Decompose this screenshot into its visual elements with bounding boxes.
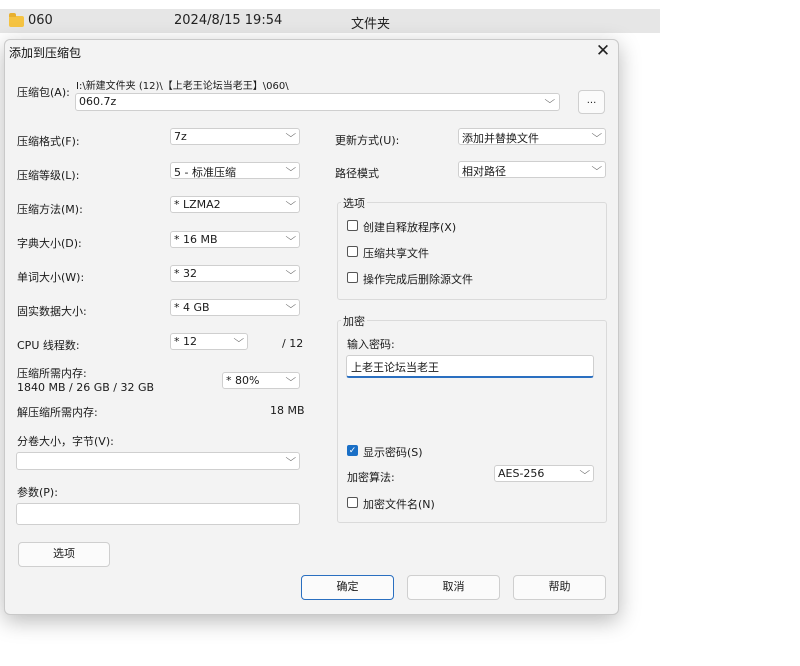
mem-value: * 80% [226, 374, 260, 387]
shared-checkbox[interactable] [347, 246, 358, 257]
cancel-button[interactable]: 取消 [407, 575, 500, 600]
password-value: 上老王论坛当老王 [351, 361, 439, 374]
mem-detail: 1840 MB / 26 GB / 32 GB [17, 381, 155, 394]
chevron-down-icon: ⌵ [285, 232, 297, 243]
format-label: 压缩格式(F): [17, 135, 80, 148]
mem-select[interactable]: * 80% ⌵ [222, 372, 300, 389]
split-combo[interactable]: ⌵ [16, 452, 300, 470]
level-select[interactable]: 5 - 标准压缩 ⌵ [170, 162, 300, 179]
password-label: 输入密码: [347, 338, 395, 351]
dict-label: 字典大小(D): [17, 237, 82, 250]
delete-label: 操作完成后删除源文件 [363, 273, 473, 286]
solid-label: 固实数据大小: [17, 305, 87, 318]
close-button[interactable]: ✕ [592, 41, 614, 63]
format-select[interactable]: 7z ⌵ [170, 128, 300, 145]
delete-checkbox[interactable] [347, 272, 358, 283]
split-label: 分卷大小，字节(V): [17, 435, 114, 448]
explorer-file-row[interactable] [0, 9, 660, 33]
show-password-label: 显示密码(S) [363, 446, 423, 459]
ok-button[interactable]: 确定 [301, 575, 394, 600]
dialog-titlebar: 添加到压缩包 ✕ [5, 40, 618, 64]
sfx-label: 创建自释放程序(X) [363, 221, 457, 234]
dict-value: * 16 MB [174, 233, 218, 246]
word-label: 单词大小(W): [17, 271, 85, 284]
cpu-select[interactable]: * 12 ⌵ [170, 333, 248, 350]
chevron-down-icon: ⌵ [285, 129, 297, 140]
method-select[interactable]: * LZMA2 ⌵ [170, 196, 300, 213]
update-select[interactable]: 添加并替换文件 ⌵ [458, 128, 606, 145]
word-value: * 32 [174, 267, 197, 280]
chevron-down-icon: ⌵ [285, 453, 297, 464]
format-value: 7z [174, 130, 187, 143]
archive-name-combo[interactable]: 060.7z ⌵ [75, 93, 560, 111]
path-mode-label: 路径模式 [335, 167, 379, 180]
chevron-down-icon: ⌵ [544, 95, 556, 106]
update-label: 更新方式(U): [335, 134, 400, 147]
params-input[interactable] [16, 503, 300, 525]
chevron-down-icon: ⌵ [285, 197, 297, 208]
cpu-label: CPU 线程数: [17, 339, 80, 352]
params-label: 参数(P): [17, 486, 58, 499]
solid-value: * 4 GB [174, 301, 210, 314]
decomp-label: 解压缩所需内存: [17, 406, 98, 419]
level-value: 5 - 标准压缩 [174, 166, 236, 179]
shared-label: 压缩共享文件 [363, 247, 429, 260]
chevron-down-icon: ⌵ [285, 266, 297, 277]
chevron-down-icon: ⌵ [285, 163, 297, 174]
help-button[interactable]: 帮助 [513, 575, 606, 600]
level-label: 压缩等级(L): [17, 169, 80, 182]
cpu-total: / 12 [282, 337, 304, 350]
solid-select[interactable]: * 4 GB ⌵ [170, 299, 300, 316]
chevron-down-icon: ⌵ [579, 466, 591, 477]
encrypt-names-label: 加密文件名(N) [363, 498, 435, 511]
archive-label: 压缩包(A): [17, 86, 70, 99]
explorer-file-date: 2024/8/15 19:54 [174, 13, 283, 28]
explorer-file-type: 文件夹 [351, 17, 391, 32]
path-mode-value: 相对路径 [462, 165, 506, 178]
show-password-checkbox[interactable]: ✓ [347, 445, 358, 456]
sfx-checkbox[interactable] [347, 220, 358, 231]
options-group-title: 选项 [341, 195, 367, 211]
algo-label: 加密算法: [347, 471, 395, 484]
chevron-down-icon: ⌵ [591, 162, 603, 173]
cpu-value: * 12 [174, 335, 197, 348]
encryption-group-title: 加密 [341, 313, 367, 329]
encrypt-names-checkbox[interactable] [347, 497, 358, 508]
options-button[interactable]: 选项 [18, 542, 110, 567]
explorer-file-name: 060 [28, 13, 53, 28]
word-select[interactable]: * 32 ⌵ [170, 265, 300, 282]
algo-value: AES-256 [498, 467, 545, 480]
browse-button[interactable]: ... [578, 90, 605, 114]
update-value: 添加并替换文件 [462, 132, 539, 145]
dialog-title: 添加到压缩包 [9, 46, 82, 60]
method-label: 压缩方法(M): [17, 203, 83, 216]
chevron-down-icon: ⌵ [285, 300, 297, 311]
archive-path: I:\新建文件夹 (12)\【上老王论坛当老王】\060\ [76, 81, 289, 92]
chevron-down-icon: ⌵ [591, 129, 603, 140]
method-value: * LZMA2 [174, 198, 221, 211]
chevron-down-icon: ⌵ [233, 334, 245, 345]
algo-select[interactable]: AES-256 ⌵ [494, 465, 594, 482]
decomp-value: 18 MB [270, 404, 305, 417]
password-input[interactable]: 上老王论坛当老王 [346, 355, 594, 378]
chevron-down-icon: ⌵ [285, 373, 297, 384]
mem-label: 压缩所需内存: [17, 367, 87, 380]
folder-icon [9, 13, 24, 27]
archive-name-value: 060.7z [79, 95, 117, 108]
add-to-archive-dialog: 添加到压缩包 ✕ 压缩包(A): I:\新建文件夹 (12)\【上老王论坛当老王… [4, 39, 619, 615]
dict-select[interactable]: * 16 MB ⌵ [170, 231, 300, 248]
path-mode-select[interactable]: 相对路径 ⌵ [458, 161, 606, 178]
